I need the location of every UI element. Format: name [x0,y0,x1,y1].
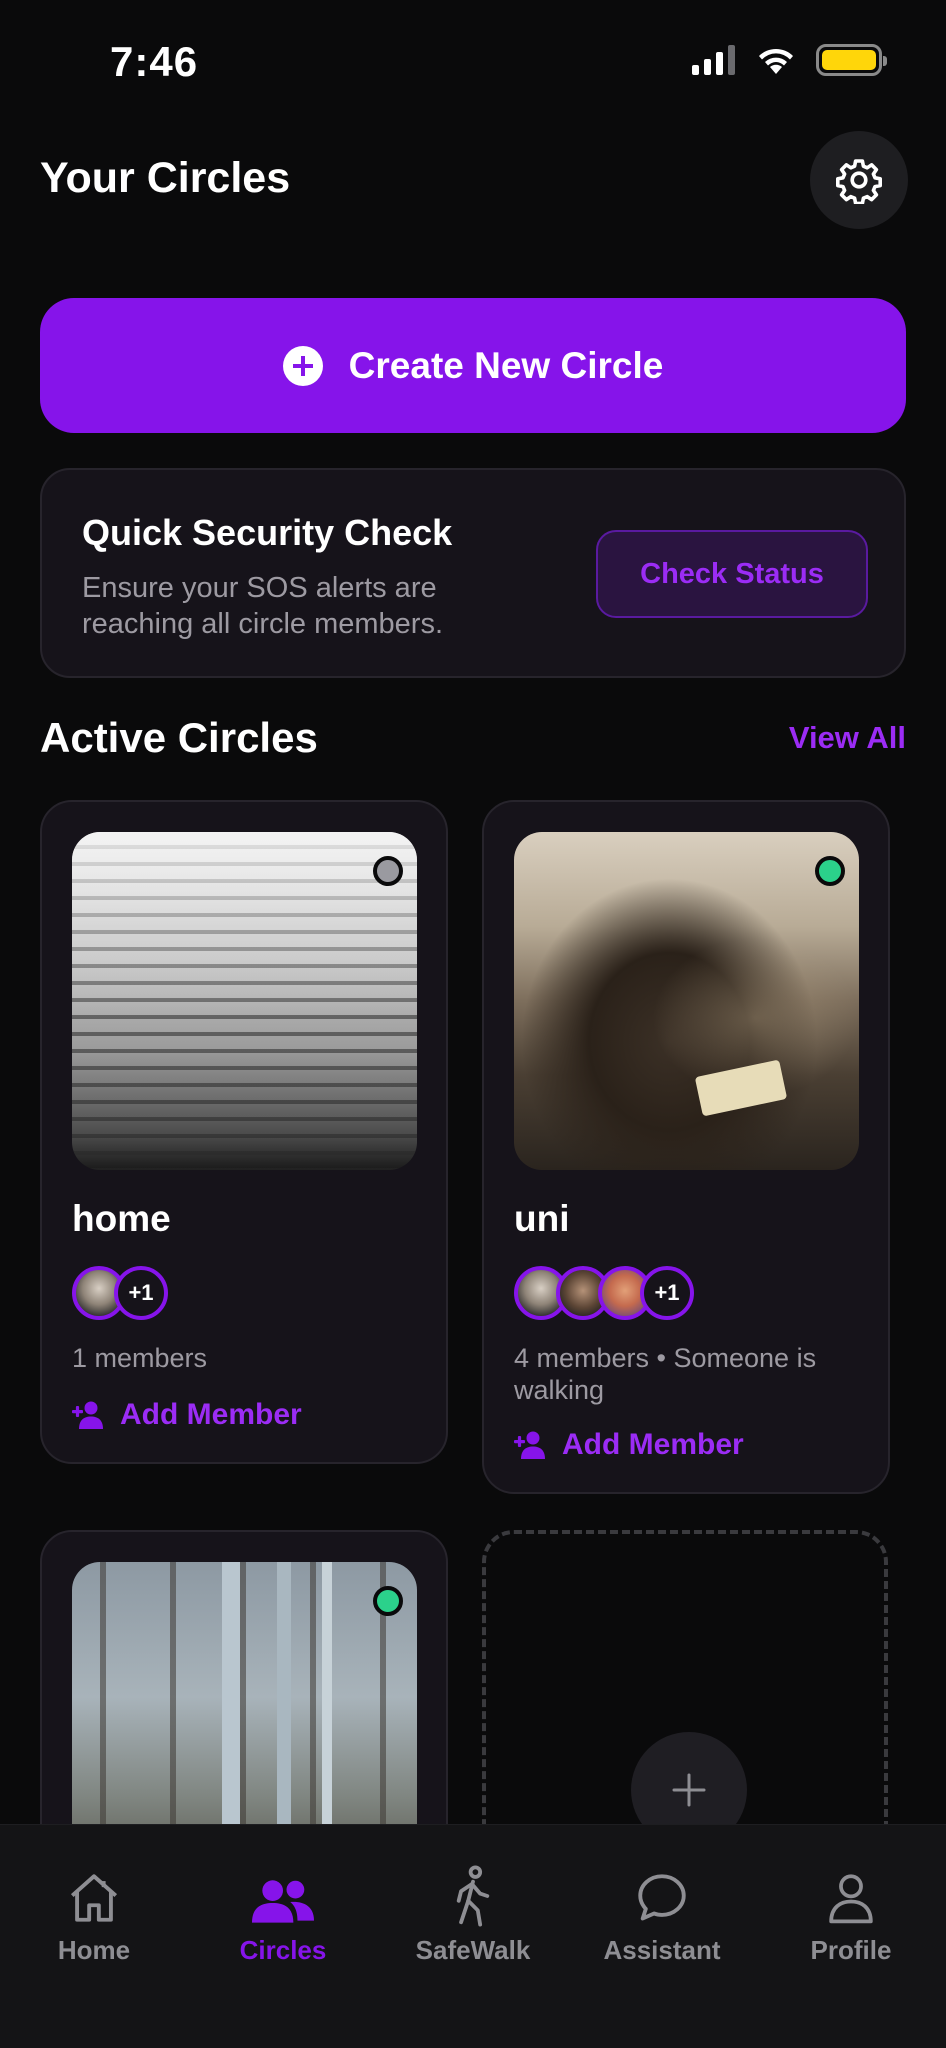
settings-button[interactable] [810,131,908,229]
security-check-card: Quick Security Check Ensure your SOS ale… [40,468,906,678]
create-new-circle-button[interactable]: Create New Circle [40,298,906,433]
person-icon [829,1874,873,1924]
tab-safewalk[interactable]: SafeWalk [398,1865,548,1966]
add-member-label: Add Member [120,1398,302,1431]
circle-card-uni[interactable]: uni +1 4 members • Someone is walking Ad… [482,800,890,1494]
tab-home[interactable]: Home [19,1865,169,1966]
tab-circles[interactable]: Circles [208,1865,358,1966]
tab-circles-label: Circles [239,1935,327,1965]
tab-profile-label: Profile [810,1935,892,1965]
status-icons [692,44,887,76]
chat-bubble-icon [638,1874,686,1921]
walking-icon [456,1865,490,1927]
status-indicator [373,1586,403,1616]
circle-photo-foggy-stairs [72,832,417,1170]
plus-icon [672,1773,706,1807]
page-title: Your Circles [40,154,291,202]
member-avatars: +1 [72,1266,168,1320]
tab-assistant[interactable]: Assistant [587,1865,737,1966]
tab-profile[interactable]: Profile [776,1865,926,1966]
view-all-link[interactable]: View All [789,720,906,756]
status-time: 7:46 [110,38,199,85]
add-member-button[interactable]: Add Member [514,1428,744,1462]
status-indicator [373,856,403,886]
cellular-signal-icon [692,45,735,75]
add-person-icon [514,1431,545,1459]
plus-circle-icon [282,345,323,386]
extra-members-badge: +1 [640,1266,694,1320]
security-check-title: Quick Security Check [82,512,453,553]
home-icon [70,1874,118,1922]
create-button-label: Create New Circle [348,344,664,386]
circle-card-home[interactable]: home +1 1 members Add Member [40,800,448,1464]
circle-name: uni [514,1198,570,1239]
tab-home-label: Home [57,1935,131,1965]
tab-safewalk-label: SafeWalk [415,1935,531,1965]
status-indicator [815,856,845,886]
circle-photo-vintage-car [514,832,859,1170]
add-member-label: Add Member [562,1428,744,1461]
check-status-button[interactable]: Check Status [596,530,868,618]
circle-name: home [72,1198,171,1239]
extra-members-badge: +1 [114,1266,168,1320]
active-circles-title: Active Circles [40,714,318,761]
battery-icon [816,44,887,76]
status-bar: 7:46 [0,0,946,120]
add-person-icon [72,1401,103,1429]
member-avatars: +1 [514,1266,694,1320]
security-check-description: Ensure your SOS alerts are reaching all … [82,572,444,640]
member-count: 1 members [72,1343,208,1373]
wifi-icon [759,48,793,74]
people-icon [252,1880,314,1923]
add-member-button[interactable]: Add Member [72,1398,302,1432]
gear-icon [836,159,882,204]
tab-assistant-label: Assistant [603,1935,721,1965]
member-count: 4 members • Someone is walking [514,1343,817,1405]
bottom-tab-bar: Home Circles SafeWalk Assistant Profile [0,1824,946,2048]
